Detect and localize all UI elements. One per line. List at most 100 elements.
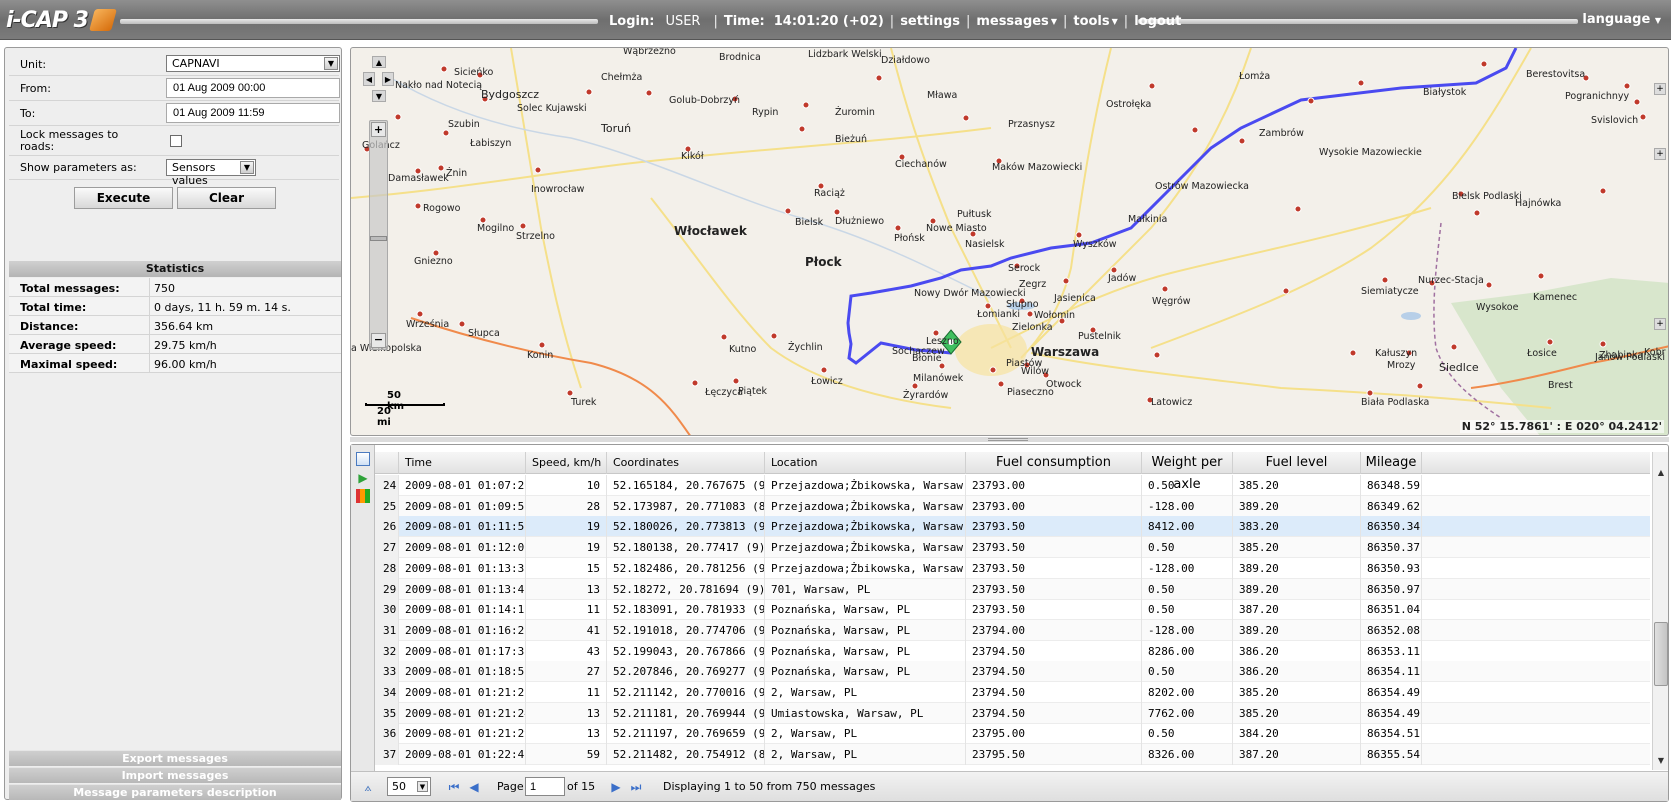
col-header-coordinates[interactable]: Coordinates bbox=[607, 452, 765, 474]
table-row[interactable]: 26 2009-08-01 01:11:55 19 52.180026, 20.773… bbox=[375, 516, 1650, 538]
cell-time: 2009-08-01 01:09:51 bbox=[399, 495, 526, 517]
scroll-down-icon[interactable]: ▼ bbox=[1654, 754, 1668, 768]
scroll-thumb[interactable] bbox=[1654, 622, 1668, 686]
table-row[interactable]: 28 2009-08-01 01:13:33 15 52.182486, 20.781… bbox=[375, 557, 1650, 579]
map-label: Piątek bbox=[738, 386, 768, 397]
chevron-down-icon: ▼ bbox=[1654, 16, 1661, 25]
language-menu[interactable]: language ▼ bbox=[1576, 12, 1661, 27]
table-row[interactable]: 37 2009-08-01 01:22:41 59 52.211482, 20.754… bbox=[375, 744, 1650, 766]
table-row[interactable]: 36 2009-08-01 01:21:29 13 52.211197, 20.769… bbox=[375, 723, 1650, 745]
stat-key: Maximal speed: bbox=[20, 358, 118, 371]
time-label: Time: bbox=[723, 13, 765, 29]
chevron-down-icon: ▼ bbox=[1111, 16, 1118, 26]
scroll-up-icon[interactable]: ▲ bbox=[1654, 466, 1668, 480]
stat-value: 750 bbox=[154, 282, 175, 295]
cell-mileage: 86354.49 bbox=[1361, 702, 1422, 724]
map-label: Nasielsk bbox=[965, 239, 1005, 250]
table-row[interactable]: 25 2009-08-01 01:09:51 28 52.173987, 20.771… bbox=[375, 495, 1650, 517]
last-page-icon[interactable]: ⏭ bbox=[629, 780, 643, 794]
expand-icon[interactable]: + bbox=[1654, 148, 1666, 160]
refresh-icon[interactable]: ⟑ bbox=[361, 780, 375, 794]
from-date-input[interactable] bbox=[166, 78, 340, 98]
table-row[interactable]: 34 2009-08-01 01:21:21 11 52.211142, 20.770… bbox=[375, 682, 1650, 703]
from-row: From: bbox=[9, 76, 340, 101]
first-page-icon[interactable]: ⏮ bbox=[447, 780, 461, 794]
page-size-select[interactable]: 50 ▼ bbox=[387, 777, 431, 796]
parameters-description-link[interactable]: Message parameters description bbox=[9, 784, 341, 800]
grid-scrollbar[interactable]: ▲ ▼ bbox=[1652, 452, 1668, 770]
pan-right-icon[interactable]: ▶ bbox=[382, 72, 394, 86]
pan-control[interactable]: ▲ ◀ ▶ ▼ bbox=[363, 56, 394, 108]
cell-index: 26 bbox=[375, 516, 399, 538]
cell-mileage: 86354.49 bbox=[1361, 682, 1422, 703]
cell-fuel-level: 389.20 bbox=[1233, 495, 1361, 517]
panel-splitter[interactable] bbox=[350, 437, 1669, 442]
col-header-time[interactable]: Time bbox=[399, 452, 526, 474]
prev-page-icon[interactable]: ◀ bbox=[467, 780, 481, 794]
import-messages-link[interactable]: Import messages bbox=[9, 767, 341, 783]
cell-coordinates: 52.199043, 20.767866 (9) bbox=[607, 640, 765, 662]
map-label: Szubin bbox=[448, 119, 480, 130]
cell-mileage: 86354.11 bbox=[1361, 661, 1422, 683]
expand-icon[interactable]: + bbox=[1654, 318, 1666, 330]
logo-mark-icon bbox=[88, 9, 117, 31]
unit-select[interactable]: CAPNAVI ▼ bbox=[166, 55, 340, 72]
to-row: To: bbox=[9, 101, 340, 126]
nav-separator: | bbox=[713, 13, 718, 29]
map-label: Maków Mazowiecki bbox=[992, 162, 1083, 173]
cell-location: Przejazdowa;Żbikowska, Warsaw, PL bbox=[765, 475, 966, 496]
lock-to-roads-checkbox[interactable] bbox=[170, 135, 182, 147]
logo-text: i-CAP 3 bbox=[6, 7, 89, 33]
col-header-fuel-level[interactable]: Fuel level bbox=[1233, 452, 1361, 474]
table-row[interactable]: 30 2009-08-01 01:14:11 11 52.183091, 20.781… bbox=[375, 599, 1650, 621]
zoom-slider[interactable]: + − bbox=[369, 120, 388, 350]
map-label: Turek bbox=[571, 397, 597, 408]
messages-menu[interactable]: messages bbox=[976, 14, 1048, 29]
cell-weight-per-axle: 0.50 bbox=[1142, 723, 1233, 745]
pan-up-icon[interactable]: ▲ bbox=[372, 56, 386, 68]
table-row[interactable]: 35 2009-08-01 01:21:24 13 52.211181, 20.769… bbox=[375, 702, 1650, 724]
table-row[interactable]: 29 2009-08-01 01:13:45 13 52.18272, 20.7816… bbox=[375, 578, 1650, 600]
settings-link[interactable]: settings bbox=[900, 14, 960, 29]
map-label: Biała Podlaska bbox=[1361, 397, 1430, 408]
chart-icon[interactable] bbox=[356, 489, 370, 503]
zoom-handle[interactable] bbox=[370, 236, 387, 241]
page-number-input[interactable] bbox=[525, 777, 565, 796]
cell-coordinates: 52.211482, 20.754912 (8) bbox=[607, 744, 765, 766]
execute-button[interactable]: Execute bbox=[74, 187, 173, 209]
next-page-icon[interactable]: ▶ bbox=[609, 780, 623, 794]
table-row[interactable]: 24 2009-08-01 01:07:26 10 52.165184, 20.767… bbox=[375, 475, 1650, 496]
messages-grid: ▶ Time Speed, km/h Coordinates Location … bbox=[350, 444, 1669, 802]
logout-link[interactable]: logout bbox=[1134, 14, 1181, 29]
map-label: Kamenec bbox=[1533, 292, 1578, 303]
table-view-icon[interactable] bbox=[356, 452, 370, 466]
col-header-weight-per-axle[interactable]: Weight per axle bbox=[1142, 452, 1233, 492]
tools-menu[interactable]: tools bbox=[1073, 14, 1109, 29]
clear-button[interactable]: Clear bbox=[177, 187, 276, 209]
expand-icon[interactable]: + bbox=[1654, 83, 1666, 95]
col-header-fuel-consumption[interactable]: Fuel consumption bbox=[966, 452, 1142, 474]
map-label: Milanówek bbox=[913, 373, 964, 384]
play-icon[interactable]: ▶ bbox=[356, 471, 370, 485]
table-row[interactable]: 27 2009-08-01 01:12:00 19 52.180138, 20.774… bbox=[375, 537, 1650, 559]
zoom-in-icon[interactable]: + bbox=[371, 122, 386, 137]
map-label: Nowy Dwór Mazowiecki bbox=[914, 288, 1026, 299]
cell-fuel-level: 385.20 bbox=[1233, 475, 1361, 496]
col-header-index[interactable] bbox=[375, 452, 399, 474]
pan-down-icon[interactable]: ▼ bbox=[372, 90, 386, 102]
map-view[interactable]: Wąbrzeźno Brodnica Lidzbark Welski Dział… bbox=[350, 47, 1669, 436]
table-row[interactable]: 31 2009-08-01 01:16:21 41 52.191018, 20.774… bbox=[375, 619, 1650, 641]
cell-weight-per-axle: 0.50 bbox=[1142, 661, 1233, 683]
grid-header: Time Speed, km/h Coordinates Location Fu… bbox=[375, 452, 1650, 492]
cell-speed: 59 bbox=[526, 744, 607, 766]
export-messages-link[interactable]: Export messages bbox=[9, 750, 341, 766]
to-date-input[interactable] bbox=[166, 103, 340, 123]
zoom-out-icon[interactable]: − bbox=[371, 333, 386, 348]
col-header-mileage[interactable]: Mileage bbox=[1361, 452, 1422, 474]
table-row[interactable]: 32 2009-08-01 01:17:38 43 52.199043, 20.767… bbox=[375, 640, 1650, 662]
show-params-select[interactable]: Sensors values ▼ bbox=[166, 159, 256, 187]
col-header-speed[interactable]: Speed, km/h bbox=[526, 452, 607, 474]
pan-left-icon[interactable]: ◀ bbox=[363, 72, 375, 86]
col-header-location[interactable]: Location bbox=[765, 452, 966, 474]
table-row[interactable]: 33 2009-08-01 01:18:52 27 52.207846, 20.769… bbox=[375, 661, 1650, 683]
